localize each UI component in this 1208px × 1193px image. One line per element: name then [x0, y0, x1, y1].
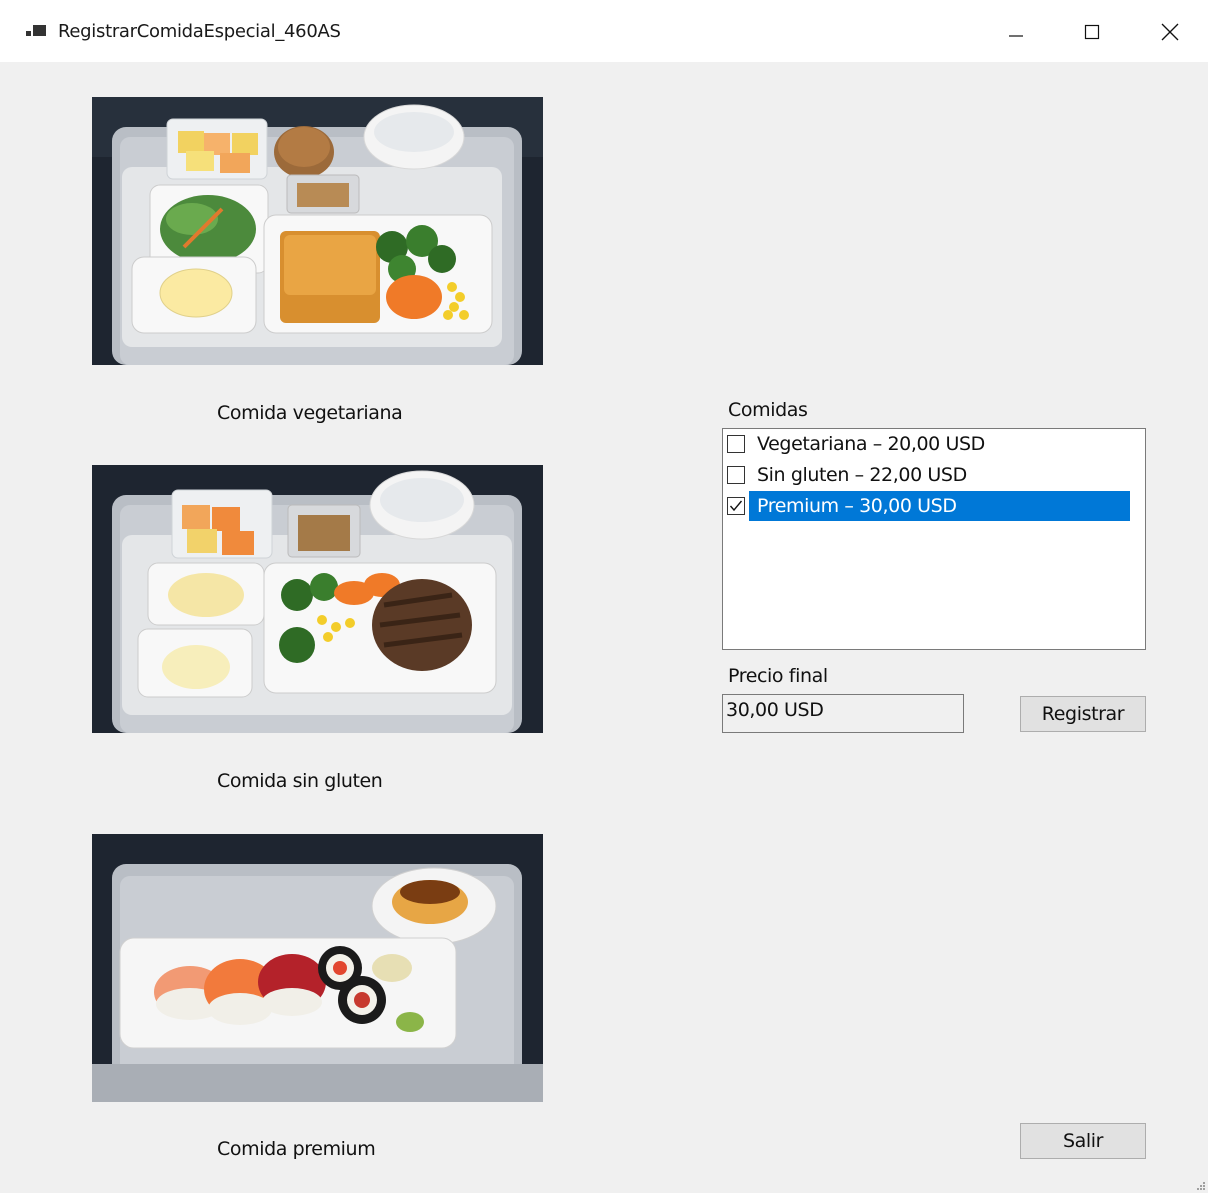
- window-title: RegistrarComidaEspecial_460AS: [58, 21, 341, 42]
- gluten-free-meal-caption: Comida sin gluten: [217, 770, 383, 792]
- meals-checked-list[interactable]: Vegetariana – 20,00 USD Sin gluten – 22,…: [722, 428, 1146, 650]
- app-icon: [26, 25, 46, 36]
- meals-list-label: Comidas: [728, 399, 808, 421]
- list-item-label: Vegetariana – 20,00 USD: [757, 433, 985, 455]
- close-button[interactable]: [1147, 14, 1193, 50]
- gluten-free-meal-image: [92, 465, 543, 733]
- title-bar[interactable]: RegistrarComidaEspecial_460AS: [0, 0, 1208, 62]
- vegetarian-meal-caption: Comida vegetariana: [217, 402, 403, 424]
- maximize-icon: [1084, 24, 1100, 40]
- exit-button[interactable]: Salir: [1020, 1123, 1146, 1159]
- close-icon: [1161, 23, 1179, 41]
- vegetarian-meal-image: [92, 97, 543, 365]
- list-item-premium[interactable]: Premium – 30,00 USD: [727, 491, 1130, 521]
- premium-meal-image: [92, 834, 543, 1102]
- checkbox-premium[interactable]: [727, 497, 745, 515]
- register-button[interactable]: Registrar: [1020, 696, 1146, 732]
- resize-grip-icon[interactable]: [1196, 1181, 1206, 1191]
- maximize-button[interactable]: [1069, 14, 1115, 50]
- list-item-label: Premium – 30,00 USD: [749, 491, 1130, 521]
- checkbox-sin-gluten[interactable]: [727, 466, 745, 484]
- minimize-button[interactable]: [993, 14, 1039, 50]
- premium-meal-caption: Comida premium: [217, 1138, 376, 1160]
- final-price-field[interactable]: 30,00 USD: [722, 694, 964, 733]
- list-item-vegetariana[interactable]: Vegetariana – 20,00 USD: [727, 429, 989, 459]
- list-item-label: Sin gluten – 22,00 USD: [757, 464, 967, 486]
- final-price-label: Precio final: [728, 665, 828, 687]
- checkmark-icon: [729, 500, 743, 512]
- checkbox-vegetariana[interactable]: [727, 435, 745, 453]
- list-item-sin-gluten[interactable]: Sin gluten – 22,00 USD: [727, 460, 971, 490]
- minimize-icon: [1009, 35, 1023, 37]
